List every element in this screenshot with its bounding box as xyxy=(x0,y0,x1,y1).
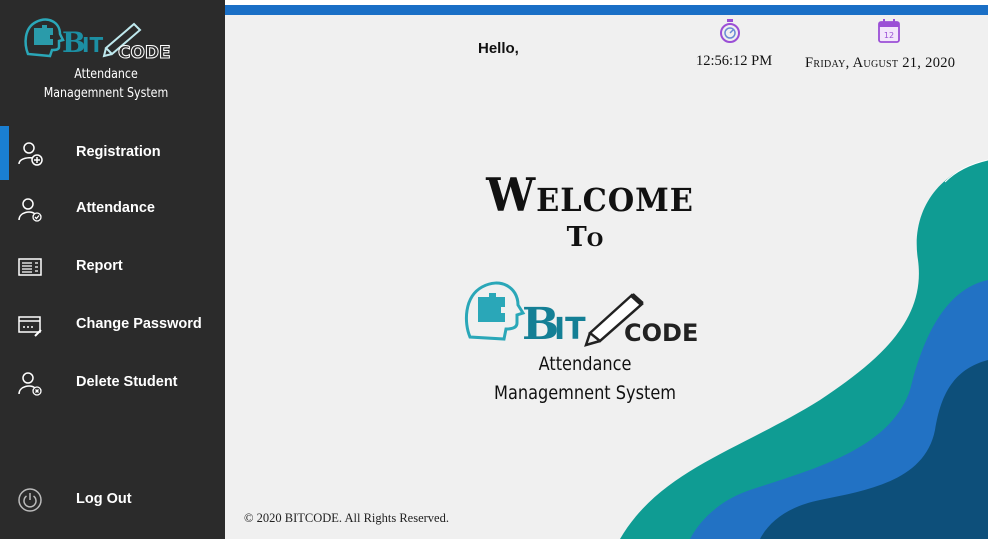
sidebar-subtitle-line2: Managemnent System xyxy=(43,86,169,101)
clock-date: Friday, August 21, 2020 xyxy=(805,55,956,71)
bitcode-logo-large: B IT CODE xyxy=(464,281,698,347)
sidebar-item-label: Delete Student xyxy=(76,374,178,390)
main-subtitle-line1: Attendance xyxy=(538,353,632,375)
report-icon xyxy=(18,258,42,276)
sidebar-item-label: Attendance xyxy=(76,200,155,216)
svg-text:CODE: CODE xyxy=(624,319,698,347)
clock-time: 12:56:12 PM xyxy=(696,53,773,69)
power-icon xyxy=(18,488,42,512)
welcome-to-text: To xyxy=(566,222,604,253)
sidebar-item-delete-student[interactable]: Delete Student xyxy=(0,356,225,410)
welcome-heading: Welcome xyxy=(486,168,694,222)
user-check-icon xyxy=(18,198,42,222)
logout-label: Log Out xyxy=(76,491,132,507)
sidebar-item-label: Registration xyxy=(76,144,161,160)
svg-text:IT: IT xyxy=(554,312,586,347)
user-delete-icon xyxy=(18,372,42,396)
sidebar-item-report[interactable]: Report xyxy=(0,240,225,294)
sidebar: B IT CODE Attendance Managemnent System … xyxy=(0,0,225,539)
password-window-icon xyxy=(18,316,42,337)
svg-text:CODE: CODE xyxy=(118,43,171,62)
header-accent-bar xyxy=(225,5,988,15)
svg-text:IT: IT xyxy=(82,33,103,57)
stopwatch-icon xyxy=(720,19,740,43)
greeting-text: Hello, xyxy=(478,40,519,57)
bitcode-logo: B IT CODE xyxy=(24,18,171,62)
sidebar-item-label: Change Password xyxy=(76,316,202,332)
sidebar-subtitle-line1: Attendance xyxy=(74,67,138,82)
active-indicator xyxy=(0,126,9,180)
user-add-icon xyxy=(18,142,43,166)
logout-button[interactable]: Log Out xyxy=(0,473,225,527)
calendar-icon: 12 xyxy=(878,19,900,43)
copyright-footer: © 2020 BITCODE. All Rights Reserved. xyxy=(244,511,449,525)
main-subtitle-line2: Managemnent System xyxy=(494,382,676,404)
calendar-day-text: 12 xyxy=(884,31,894,40)
sidebar-item-registration[interactable]: Registration xyxy=(0,126,225,180)
sidebar-item-label: Report xyxy=(76,258,123,274)
sidebar-item-change-password[interactable]: Change Password xyxy=(0,298,225,352)
sidebar-item-attendance[interactable]: Attendance xyxy=(0,182,225,236)
